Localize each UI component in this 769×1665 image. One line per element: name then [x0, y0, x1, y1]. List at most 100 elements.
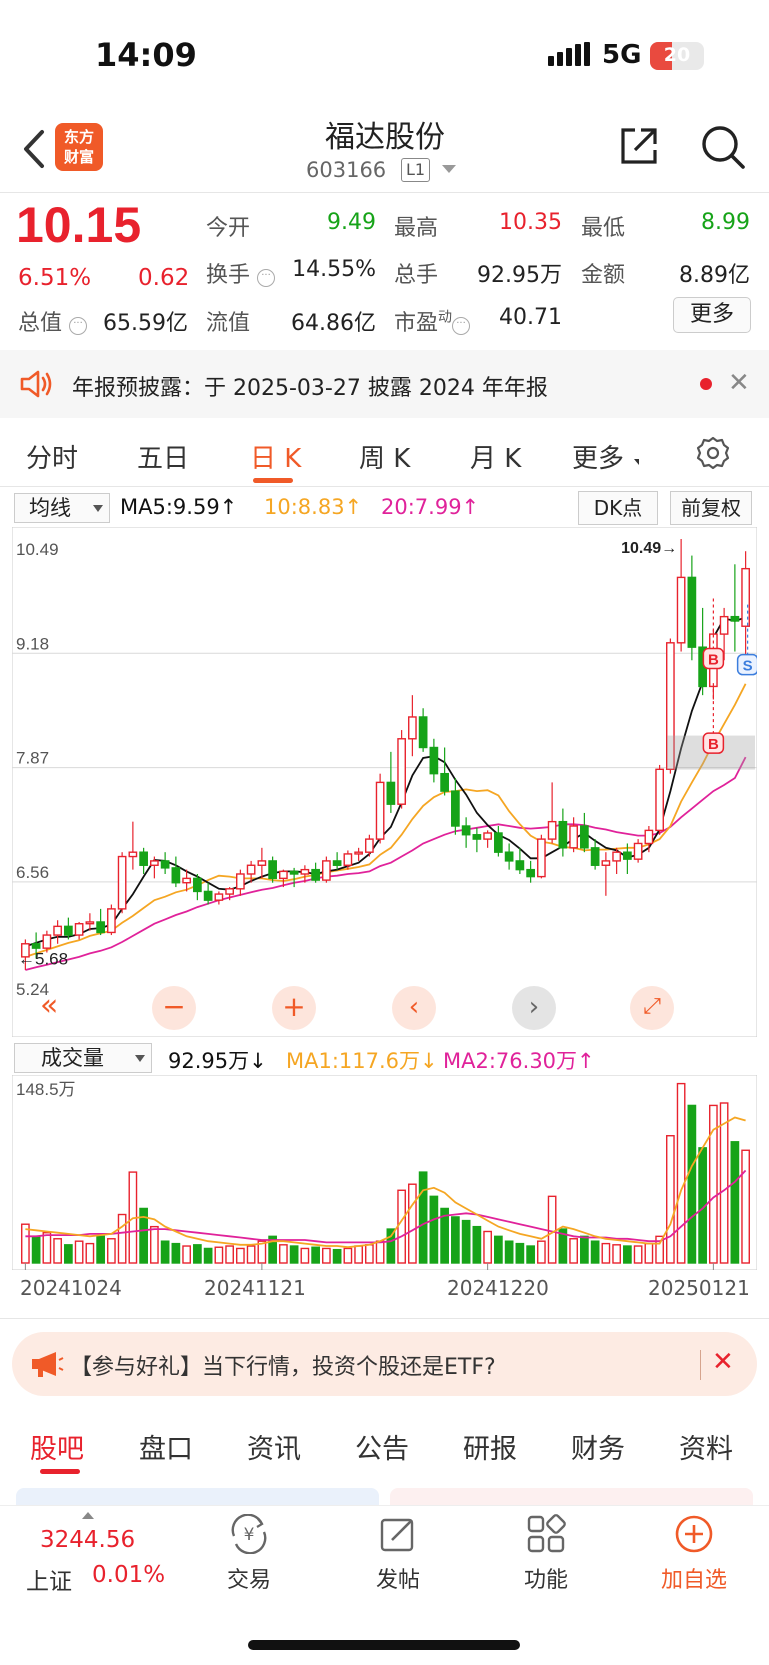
scroll-left-button[interactable]: ‹: [392, 986, 436, 1030]
candle-body: [85, 921, 95, 925]
network-label: 5G: [602, 40, 642, 70]
pe-label-text: 市盈: [394, 311, 439, 336]
info-icon[interactable]: ···: [452, 317, 471, 335]
volume-bar: [504, 1240, 514, 1264]
candle-body: [236, 873, 245, 890]
candle-body: [311, 868, 320, 881]
nav-functions[interactable]: 功能: [506, 1562, 586, 1594]
zoom-in-button[interactable]: +: [272, 986, 316, 1030]
tab-month-k[interactable]: 月 K: [470, 438, 521, 475]
candle-body: [214, 893, 224, 901]
pe-type: 动: [438, 309, 453, 326]
tab-research[interactable]: 研报: [463, 1427, 517, 1466]
candle-body: [117, 855, 127, 910]
dk-points-button[interactable]: DK点: [578, 491, 658, 525]
volume-bar: [343, 1247, 353, 1264]
level-badge[interactable]: L1: [401, 158, 431, 182]
chevron-down-icon: [93, 505, 103, 512]
index-name[interactable]: 上证: [26, 1562, 72, 1596]
volume-bar: [332, 1248, 342, 1264]
volume-bar: [160, 1240, 170, 1264]
y-tick-label: 7.87: [16, 749, 49, 768]
adjust-button[interactable]: 前复权: [670, 491, 752, 525]
volume-indicator-select[interactable]: 成交量: [14, 1043, 152, 1073]
gear-icon[interactable]: [696, 436, 730, 470]
rewind-icon[interactable]: «: [40, 988, 58, 1023]
compose-icon[interactable]: [378, 1514, 418, 1554]
mktcap-label: 总值 ···: [18, 305, 88, 337]
turnover-value: 14.55%: [292, 257, 376, 282]
grid-icon[interactable]: [526, 1514, 566, 1554]
tab-day-k[interactable]: 日 K: [250, 438, 301, 475]
y-tick-label: 9.18: [16, 634, 49, 653]
tab-week-k[interactable]: 周 K: [359, 438, 410, 475]
mktcap-value: 65.59亿: [103, 311, 188, 336]
volume-bar: [182, 1245, 191, 1264]
ma-select-label: 均线: [29, 496, 71, 520]
tab-news[interactable]: 资讯: [247, 1427, 301, 1466]
candle-body: [64, 925, 73, 936]
candle-body: [418, 716, 428, 749]
content-card: [390, 1488, 753, 1505]
more-button[interactable]: 更多: [673, 297, 751, 333]
info-icon[interactable]: ···: [69, 317, 88, 335]
open-label: 今开: [206, 216, 251, 241]
active-tab-indicator: [40, 1469, 80, 1474]
megaphone-icon: [32, 1352, 64, 1377]
tab-finance[interactable]: 财务: [571, 1427, 625, 1466]
volume-bar: [408, 1183, 417, 1264]
share-icon[interactable]: [617, 124, 661, 168]
volume-bar: [53, 1238, 62, 1264]
zoom-out-button[interactable]: −: [152, 986, 196, 1030]
tab-profile[interactable]: 资料: [679, 1427, 733, 1466]
volume-bar: [311, 1246, 320, 1264]
tab-forum[interactable]: 股吧: [30, 1427, 84, 1466]
close-icon[interactable]: ✕: [712, 1347, 734, 1377]
tab-more[interactable]: 更多: [572, 438, 624, 475]
volume-label: 总手: [394, 263, 439, 288]
back-button[interactable]: [16, 124, 56, 174]
kline-chart[interactable]: 10.499.187.876.565.24 10.49→←5.68B SB: [12, 527, 757, 1037]
candle-body: [461, 825, 471, 836]
chevron-up-icon[interactable]: [82, 1512, 94, 1519]
volume-bar: [537, 1240, 546, 1264]
scroll-right-button[interactable]: ›: [512, 986, 556, 1030]
candle-body: [397, 738, 406, 805]
tab-five-day[interactable]: 五日: [137, 438, 189, 475]
volume-bar: [515, 1242, 525, 1264]
nav-add-watchlist[interactable]: 加自选: [654, 1562, 734, 1594]
tab-orderbook[interactable]: 盘口: [139, 1427, 193, 1466]
app-logo: 东方 财富: [55, 123, 103, 171]
signal-label: B: [708, 652, 719, 669]
add-circle-icon[interactable]: [674, 1514, 714, 1554]
candle-body: [31, 943, 41, 949]
candle-body: [730, 615, 740, 622]
candle-body: [408, 716, 417, 740]
volume-chart[interactable]: 148.5万: [12, 1075, 757, 1270]
chevron-down-icon[interactable]: [442, 165, 456, 173]
candle-body: [96, 921, 105, 934]
nav-post[interactable]: 发帖: [358, 1562, 438, 1594]
candle-body: [246, 864, 256, 875]
pe-label: 市盈动 ···: [394, 305, 471, 337]
volume-bar: [397, 1189, 406, 1264]
volume-bar: [96, 1235, 105, 1264]
volume-bar: [214, 1246, 224, 1264]
index-price[interactable]: 3244.56: [40, 1527, 135, 1553]
close-icon[interactable]: ✕: [728, 368, 750, 398]
nav-trade[interactable]: 交易: [209, 1562, 289, 1594]
candle-body: [150, 860, 159, 866]
home-indicator: [248, 1640, 520, 1650]
index-change[interactable]: 0.01%: [92, 1562, 165, 1588]
info-icon[interactable]: ···: [257, 269, 276, 287]
tab-announcements[interactable]: 公告: [355, 1427, 409, 1466]
candle-body: [107, 908, 116, 934]
fullscreen-button[interactable]: ⤢: [630, 986, 674, 1030]
search-icon[interactable]: [700, 124, 746, 170]
tab-intraday[interactable]: 分时: [26, 438, 78, 475]
candle-body: [558, 820, 568, 849]
trade-icon[interactable]: ¥: [228, 1514, 270, 1554]
candle-body: [53, 925, 62, 936]
ma-select[interactable]: 均线: [14, 493, 110, 523]
volume-bar: [461, 1219, 471, 1264]
